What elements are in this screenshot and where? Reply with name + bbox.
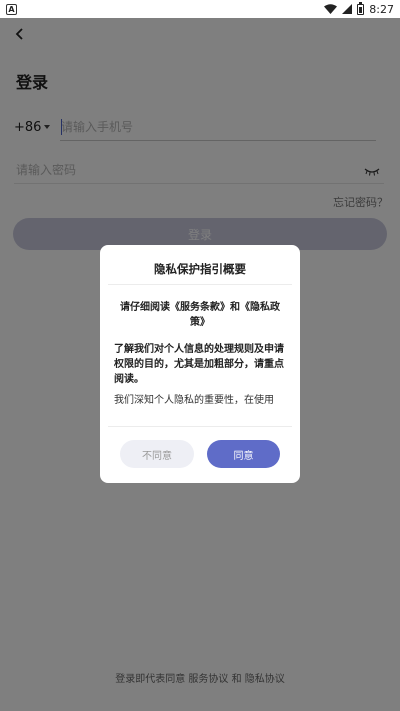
dialog-divider-bottom bbox=[108, 426, 292, 427]
privacy-dialog: 隐私保护指引概要 请仔细阅读《服务条款》和《隐私政策》 了解我们对个人信息的处理… bbox=[100, 245, 300, 483]
status-bar: A 8:27 bbox=[0, 0, 400, 18]
wifi-icon bbox=[324, 4, 338, 14]
agree-button[interactable]: 同意 bbox=[207, 440, 280, 468]
signal-icon bbox=[342, 4, 353, 14]
dialog-body[interactable]: 请仔细阅读《服务条款》和《隐私政策》 了解我们对个人信息的处理规则及申请权限的目… bbox=[114, 300, 286, 420]
dialog-title: 隐私保护指引概要 bbox=[154, 262, 246, 276]
dialog-paragraph-intro: 我们深知个人隐私的重要性，在使用 bbox=[114, 395, 274, 406]
battery-icon bbox=[357, 1, 365, 15]
dialog-paragraph-policies[interactable]: 请仔细阅读《服务条款》和《隐私政策》 bbox=[114, 300, 286, 330]
dialog-divider bbox=[108, 284, 292, 285]
battery-indicator bbox=[357, 1, 365, 15]
status-time: 8:27 bbox=[369, 2, 394, 16]
dialog-paragraph-rules: 了解我们对个人信息的处理规则及申请权限的目的，尤其是加粗部分，请重点阅读。 bbox=[114, 344, 284, 385]
disagree-button[interactable]: 不同意 bbox=[120, 440, 194, 468]
status-left: A bbox=[6, 3, 17, 15]
status-right: 8:27 bbox=[324, 1, 394, 16]
app-notification-icon: A bbox=[6, 3, 17, 15]
